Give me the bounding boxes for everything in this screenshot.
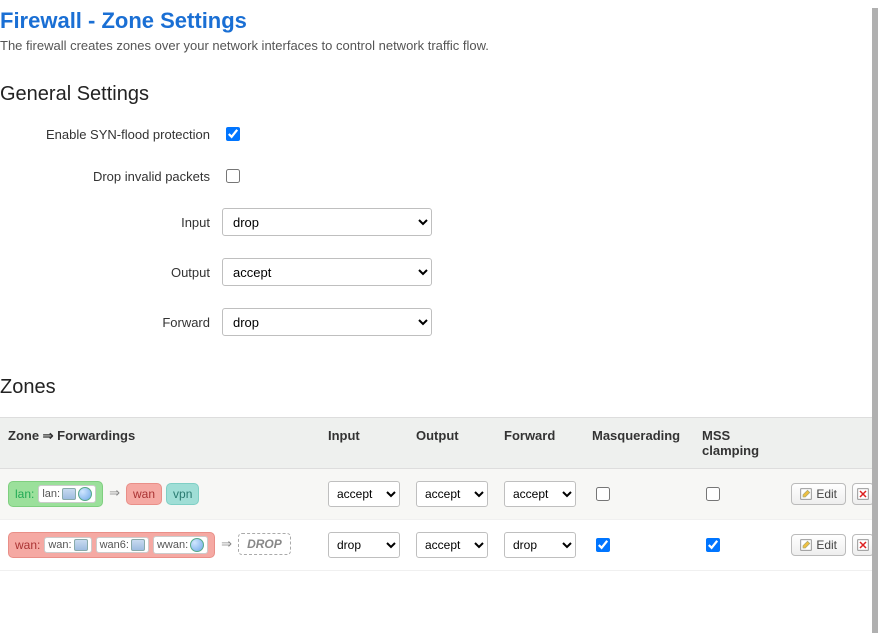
col-zone-header: Zone ⇒ Forwardings xyxy=(8,428,328,444)
input-label: Input xyxy=(0,215,222,230)
scrollbar[interactable] xyxy=(872,8,878,633)
zones-table-header: Zone ⇒ Forwardings Input Output Forward … xyxy=(0,417,878,469)
col-output-header: Output xyxy=(416,428,504,443)
drop-badge: DROP xyxy=(238,533,291,555)
syn-flood-label: Enable SYN-flood protection xyxy=(0,127,222,142)
zone-output-select[interactable]: acceptrejectdrop xyxy=(416,481,488,507)
zone-row: lan: lan: ⇒ wanvpn acceptrejectdrop acceptrej… xyxy=(0,469,878,520)
masquerading-checkbox[interactable] xyxy=(596,487,610,501)
mss-clamping-checkbox[interactable] xyxy=(706,487,720,501)
page-description: The firewall creates zones over your net… xyxy=(0,38,878,53)
zone-forward-select[interactable]: acceptrejectdrop xyxy=(504,481,576,507)
iface-badge: lan: xyxy=(38,485,96,503)
zone-dest-badge: vpn xyxy=(166,483,199,505)
plug-icon xyxy=(62,488,76,500)
edit-label: Edit xyxy=(816,538,837,552)
iface-badge: wan6: xyxy=(96,537,149,553)
masquerading-checkbox[interactable] xyxy=(596,538,610,552)
zone-row: wan: wan: wan6:wwan: ⇒ DROP acceptrejectdrop a… xyxy=(0,520,878,571)
input-select[interactable]: acceptrejectdrop xyxy=(222,208,432,236)
zone-source-badge: wan: wan: wan6:wwan: xyxy=(8,532,215,558)
output-label: Output xyxy=(0,265,222,280)
forward-label: Forward xyxy=(0,315,222,330)
edit-label: Edit xyxy=(816,487,837,501)
drop-invalid-checkbox[interactable] xyxy=(226,169,240,183)
output-select[interactable]: acceptrejectdrop xyxy=(222,258,432,286)
plug-icon xyxy=(74,539,88,551)
zone-input-select[interactable]: acceptrejectdrop xyxy=(328,481,400,507)
zone-output-select[interactable]: acceptrejectdrop xyxy=(416,532,488,558)
col-mss-header: MSS clamping xyxy=(702,428,782,458)
globe-icon xyxy=(190,538,204,552)
zone-dest-badge: wan xyxy=(126,483,162,505)
zone-source-badge: lan: lan: xyxy=(8,481,103,507)
globe-icon xyxy=(78,487,92,501)
col-forward-header: Forward xyxy=(504,428,592,443)
col-input-header: Input xyxy=(328,428,416,443)
page-title: Firewall - Zone Settings xyxy=(0,8,878,34)
delete-button[interactable] xyxy=(852,534,874,556)
plug-icon xyxy=(131,539,145,551)
general-heading: General Settings xyxy=(0,83,878,106)
syn-flood-checkbox[interactable] xyxy=(226,127,240,141)
iface-badge: wwan: xyxy=(153,536,208,554)
zone-name: wan: xyxy=(15,538,40,552)
edit-button[interactable]: Edit xyxy=(791,534,846,556)
zones-heading: Zones xyxy=(0,376,878,399)
zone-forward-select[interactable]: acceptrejectdrop xyxy=(504,532,576,558)
zone-name: lan: xyxy=(15,487,34,501)
zone-input-select[interactable]: acceptrejectdrop xyxy=(328,532,400,558)
forward-select[interactable]: acceptrejectdrop xyxy=(222,308,432,336)
arrow-icon: ⇒ xyxy=(221,536,232,551)
iface-badge: wan: xyxy=(44,537,91,553)
drop-invalid-label: Drop invalid packets xyxy=(0,169,222,184)
mss-clamping-checkbox[interactable] xyxy=(706,538,720,552)
arrow-icon: ⇒ xyxy=(109,485,120,500)
edit-button[interactable]: Edit xyxy=(791,483,846,505)
col-masq-header: Masquerading xyxy=(592,428,702,443)
delete-button[interactable] xyxy=(852,483,874,505)
